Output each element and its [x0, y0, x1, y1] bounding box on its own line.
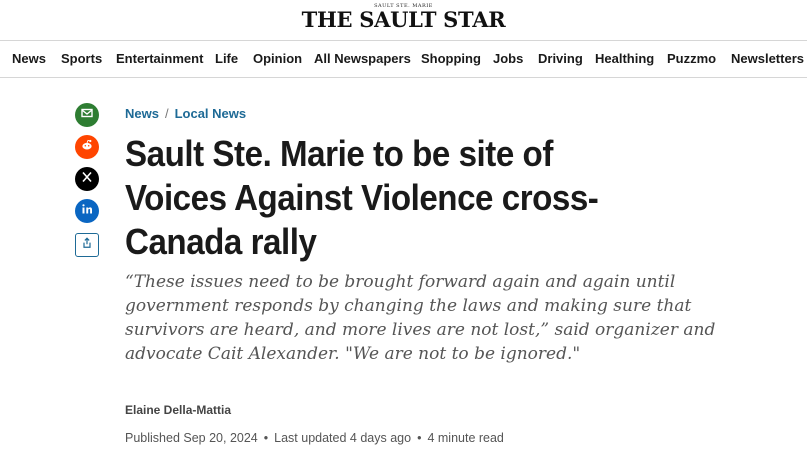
- nav-item-life[interactable]: Life: [215, 41, 238, 77]
- meta-separator: •: [263, 431, 269, 445]
- reddit-icon: [80, 138, 94, 157]
- site-logo[interactable]: THE SAULT STAR: [0, 7, 807, 32]
- share-linkedin-button[interactable]: [75, 199, 99, 223]
- email-icon: [80, 106, 94, 125]
- author-byline[interactable]: Elaine Della-Mattia: [125, 403, 231, 417]
- read-time: 4 minute read: [427, 431, 504, 445]
- nav-item-news[interactable]: News: [12, 41, 46, 77]
- nav-item-puzzmo[interactable]: Puzzmo: [667, 41, 716, 77]
- main-nav: News Sports Entertainment Life Opinion A…: [0, 40, 807, 78]
- x-icon: [80, 170, 94, 189]
- masthead: SAULT STE. MARIE THE SAULT STAR: [0, 0, 807, 40]
- published-date: Published Sep 20, 2024: [125, 431, 258, 445]
- share-x-button[interactable]: [75, 167, 99, 191]
- share-reddit-button[interactable]: [75, 135, 99, 159]
- nav-item-jobs[interactable]: Jobs: [493, 41, 523, 77]
- nav-item-healthing[interactable]: Healthing: [595, 41, 654, 77]
- article-dek: “These issues need to be brought forward…: [125, 272, 716, 364]
- nav-item-driving[interactable]: Driving: [538, 41, 583, 77]
- nav-item-newsletters[interactable]: Newsletters: [731, 41, 804, 77]
- share-icon: [81, 236, 93, 254]
- article-meta: Published Sep 20, 2024 • Last updated 4 da…: [125, 431, 504, 445]
- nav-item-all-newspapers[interactable]: All Newspapers: [314, 41, 411, 77]
- nav-item-opinion[interactable]: Opinion: [253, 41, 302, 77]
- last-updated: Last updated 4 days ago: [274, 431, 412, 445]
- nav-item-shopping[interactable]: Shopping: [421, 41, 481, 77]
- article-headline: Sault Ste. Marie to be site of Voices Ag…: [125, 133, 599, 262]
- share-more-button[interactable]: [75, 233, 99, 257]
- breadcrumb-separator: /: [164, 106, 169, 121]
- breadcrumb: News / Local News: [125, 106, 246, 121]
- breadcrumb-local-news-link[interactable]: Local News: [175, 106, 247, 121]
- breadcrumb-news-link[interactable]: News: [125, 106, 159, 121]
- share-email-button[interactable]: [75, 103, 99, 127]
- meta-separator: •: [417, 431, 422, 445]
- nav-item-entertainment[interactable]: Entertainment: [116, 41, 203, 77]
- linkedin-icon: [80, 202, 94, 221]
- nav-item-sports[interactable]: Sports: [61, 41, 102, 77]
